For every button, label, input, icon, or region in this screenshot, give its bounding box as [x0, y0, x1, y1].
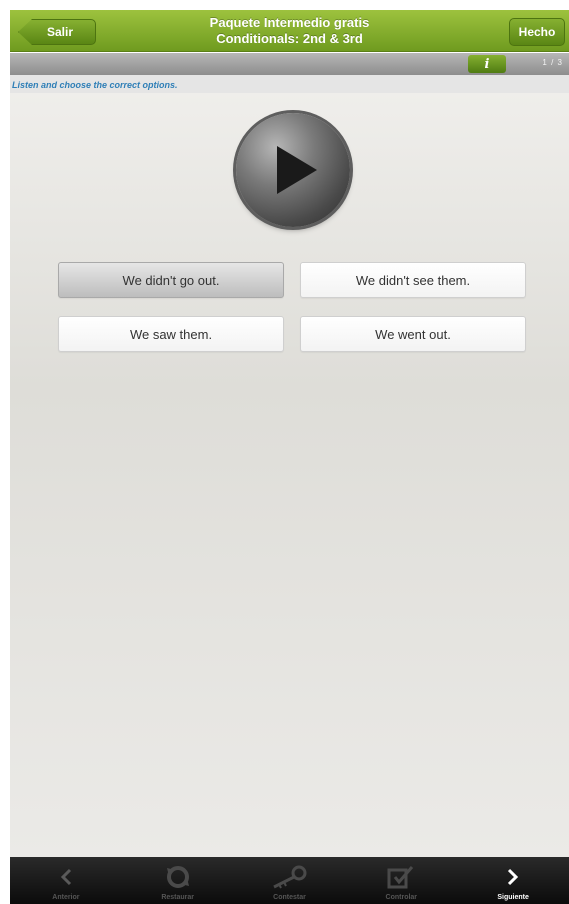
- top-bar: Salir Paquete Intermedio gratis Conditio…: [10, 10, 569, 52]
- page-indicator: 1 / 3: [542, 58, 563, 67]
- nav-answer[interactable]: Contestar: [234, 857, 346, 904]
- instruction-text: Listen and choose the correct options.: [12, 80, 178, 90]
- title-line-1: Paquete Intermedio gratis: [209, 15, 370, 30]
- app-frame: Salir Paquete Intermedio gratis Conditio…: [0, 0, 569, 904]
- bottom-nav: Anterior Restaurar Contestar Controlar S…: [10, 857, 569, 904]
- nav-previous-label: Anterior: [52, 894, 80, 901]
- refresh-icon: [166, 866, 189, 888]
- chevron-right-icon: [508, 868, 519, 886]
- option-4[interactable]: We went out.: [300, 316, 526, 352]
- nav-check-label: Controlar: [385, 894, 418, 901]
- key-icon: [273, 865, 307, 889]
- option-3[interactable]: We saw them.: [58, 316, 284, 352]
- done-button[interactable]: Hecho: [509, 18, 565, 46]
- chevron-left-icon: [60, 868, 71, 886]
- sub-bar: i 1 / 3: [10, 53, 569, 75]
- exercise-content: Listen and choose the correct options. W…: [10, 75, 569, 857]
- nav-restore[interactable]: Restaurar: [122, 857, 234, 904]
- title-line-2: Conditionals: 2nd & 3rd: [216, 31, 363, 46]
- nav-previous[interactable]: Anterior: [10, 857, 122, 904]
- play-audio-button[interactable]: [236, 113, 350, 227]
- info-button[interactable]: i: [468, 55, 506, 73]
- exit-button[interactable]: Salir: [18, 19, 96, 45]
- check-box-icon: [387, 866, 414, 889]
- nav-answer-label: Contestar: [273, 894, 306, 901]
- option-1[interactable]: We didn't go out.: [58, 262, 284, 298]
- nav-restore-label: Restaurar: [161, 894, 195, 901]
- nav-next[interactable]: Siguiente: [457, 857, 569, 904]
- nav-check[interactable]: Controlar: [345, 857, 457, 904]
- page-title: Paquete Intermedio gratis Conditionals: …: [130, 15, 449, 47]
- option-2[interactable]: We didn't see them.: [300, 262, 526, 298]
- left-margin: [0, 0, 10, 904]
- play-icon: [277, 146, 317, 194]
- nav-next-label: Siguiente: [497, 894, 529, 901]
